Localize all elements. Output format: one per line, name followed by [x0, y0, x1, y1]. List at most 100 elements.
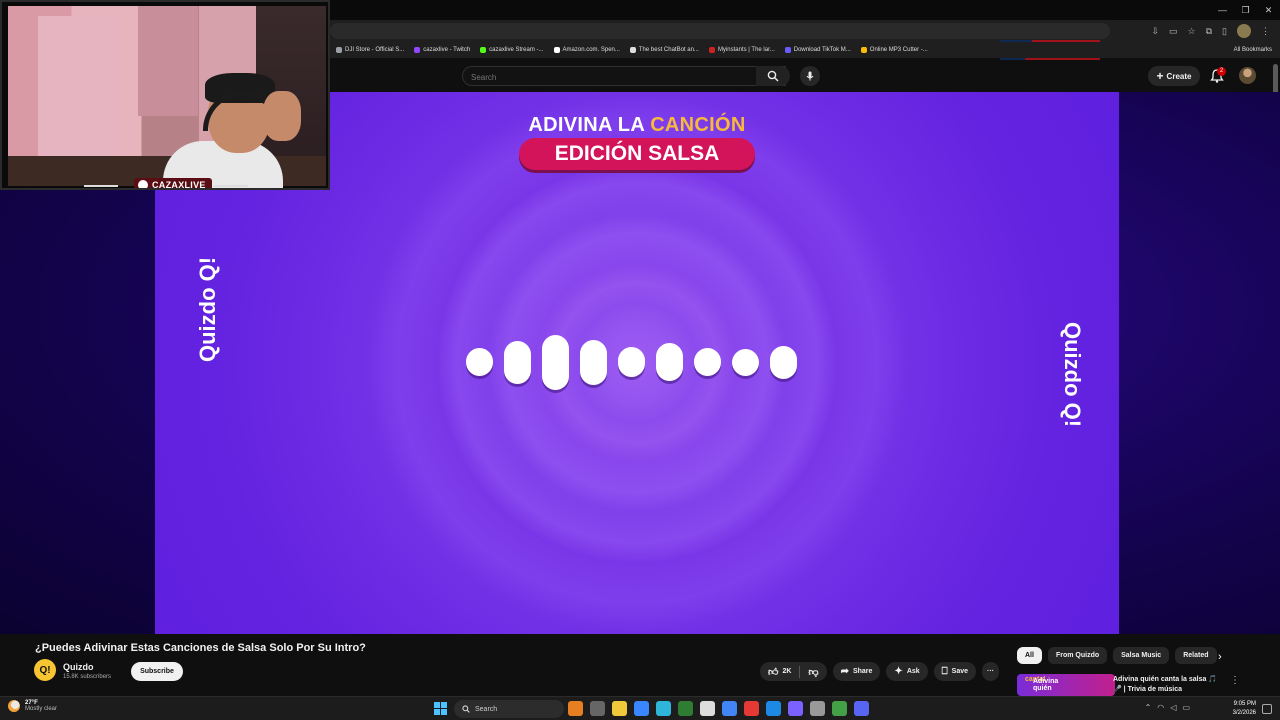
like-dislike-group: 👍︎ 2K 👎︎	[760, 662, 827, 681]
heading-accent: CANCIÓN	[650, 114, 746, 136]
taskbar-app-icon[interactable]	[788, 701, 803, 716]
webcam-overlay: CAZAXLIVE	[0, 0, 330, 190]
weather-widget[interactable]: 27°F Mostly clear	[8, 700, 57, 712]
account-avatar[interactable]	[1239, 67, 1256, 84]
edition-pill: EDICIÓN SALSA	[519, 138, 755, 170]
bookmark-item[interactable]: Download TikTok M...	[784, 47, 851, 53]
search-box	[462, 66, 786, 87]
system-tray: ⌃ ◠ ◁ ▭	[1145, 703, 1190, 712]
create-button[interactable]: + Create	[1148, 66, 1200, 86]
taskbar-app-icon[interactable]	[744, 701, 759, 716]
close-icon[interactable]: ✕	[1257, 2, 1280, 18]
restore-icon[interactable]: ❐	[1234, 2, 1257, 18]
sparkle-icon: ✦	[894, 666, 903, 677]
chevron-up-icon[interactable]: ⌃	[1145, 703, 1152, 712]
taskbar-app-icon[interactable]	[854, 701, 869, 716]
screen: — ❐ ✕ ⇩ ▭ ☆ ⧉ ▯ ⋮ DJI Store - Official S…	[0, 0, 1280, 720]
bookmark-item[interactable]: The best ChatBot an...	[629, 47, 699, 53]
voice-search-button[interactable]	[800, 66, 820, 86]
like-button[interactable]: 👍︎ 2K	[760, 662, 799, 681]
star-icon[interactable]: ☆	[1188, 26, 1196, 37]
related-video-title[interactable]: Adivina quién canta la salsa 🎵🎤 | Trivia…	[1113, 675, 1218, 695]
more-actions-button[interactable]: ···	[982, 662, 1000, 681]
taskbar-app-icon[interactable]	[700, 701, 715, 716]
audio-bar	[580, 339, 607, 385]
wifi-icon[interactable]: ◠	[1157, 703, 1164, 712]
taskbar-app-icon[interactable]	[766, 701, 781, 716]
bookmark-favicon-icon	[553, 47, 560, 53]
channel-avatar[interactable]: Q!	[34, 659, 56, 681]
bookmark-item[interactable]: Amazon.com. Spen...	[553, 47, 620, 53]
save-button[interactable]: ⎕ Save	[933, 662, 977, 681]
sidebar-icon[interactable]: ▯	[1222, 26, 1227, 37]
taskbar-app-icon[interactable]	[634, 701, 649, 716]
cast-icon[interactable]: ▭	[1169, 26, 1178, 37]
taskbar-app-icon[interactable]	[656, 701, 671, 716]
save-label: Save	[951, 668, 969, 675]
address-bar[interactable]	[330, 23, 1110, 39]
taskbar-app-icon[interactable]	[612, 701, 627, 716]
thumbs-down-icon: 👎︎	[808, 666, 819, 678]
taskbar-app-icon[interactable]	[590, 701, 605, 716]
taskbar-app-icon[interactable]	[722, 701, 737, 716]
audio-bar	[732, 348, 759, 376]
filter-chip[interactable]: From Quizdo	[1047, 647, 1108, 664]
windows-start-icon[interactable]	[434, 702, 447, 715]
battery-icon[interactable]: ▭	[1182, 703, 1190, 712]
dislike-button[interactable]: 👎︎	[800, 662, 826, 681]
chevron-right-icon[interactable]: ›	[1218, 651, 1222, 663]
skull-icon	[138, 180, 148, 188]
browser-toolbar: ⇩ ▭ ☆ ⧉ ▯ ⋮	[330, 20, 1280, 42]
bookmark-favicon-icon	[629, 47, 636, 53]
plus-icon: +	[1156, 69, 1164, 83]
ask-button[interactable]: ✦ Ask	[886, 662, 928, 681]
microphone-icon	[806, 71, 814, 81]
related-video-thumbnail[interactable]: Adivina quién canta!	[1017, 674, 1115, 696]
bookmark-item[interactable]: Online MP3 Cutter -...	[860, 47, 928, 53]
filter-chip[interactable]: Salsa Music	[1113, 647, 1170, 664]
ask-label: Ask	[906, 668, 920, 675]
webcam-feed	[8, 6, 326, 188]
clock[interactable]: 9:05 PM 3/2/2026	[1233, 700, 1256, 718]
bookmark-item[interactable]: cazaxlive - Twitch	[414, 47, 470, 53]
more-vert-icon[interactable]: ⋮	[1230, 675, 1240, 686]
search-button[interactable]	[756, 66, 790, 86]
weather-icon	[8, 700, 20, 712]
taskbar-app-icon[interactable]	[678, 701, 693, 716]
bookmark-label: cazaxlive Stream -...	[489, 47, 544, 53]
audio-bar	[694, 348, 721, 376]
quizdo-logo-right: Quizdo Q!	[1059, 322, 1085, 427]
search-input[interactable]	[463, 68, 785, 87]
bookmark-item[interactable]: DJI Store - Official S...	[336, 47, 404, 53]
taskbar-search[interactable]: Search	[454, 700, 564, 718]
filter-chip[interactable]: All	[1017, 647, 1042, 664]
extensions-icon[interactable]: ⧉	[1206, 26, 1212, 37]
notification-center-icon[interactable]	[1262, 704, 1272, 714]
taskbar-app-icon[interactable]	[832, 701, 847, 716]
bookmark-item[interactable]: cazaxlive Stream -...	[480, 47, 544, 53]
audio-bar	[770, 345, 797, 379]
bookmark-favicon-icon	[336, 47, 342, 53]
share-button[interactable]: ➦ Share	[832, 662, 881, 681]
subscribe-button[interactable]: Subscribe	[131, 662, 183, 681]
weather-condition: Mostly clear	[25, 706, 58, 712]
channel-name[interactable]: Quizdo	[63, 662, 94, 672]
volume-icon[interactable]: ◁	[1170, 703, 1176, 712]
related-filter-chips: All From Quizdo Salsa Music Related	[1017, 647, 1217, 664]
search-icon	[462, 705, 470, 713]
thumbnail-text: Adivina quién canta!	[1025, 676, 1058, 692]
audio-bar	[542, 334, 569, 390]
create-label: Create	[1166, 71, 1192, 81]
all-bookmarks-button[interactable]: All Bookmarks	[1234, 42, 1272, 58]
taskbar-app-icon[interactable]	[568, 701, 583, 716]
taskbar-apps	[568, 701, 869, 716]
menu-icon[interactable]: ⋮	[1261, 26, 1270, 37]
taskbar: 27°F Mostly clear Search ⌃ ◠ ◁ ▭ 9:05 PM…	[0, 696, 1280, 720]
install-icon[interactable]: ⇩	[1151, 26, 1159, 37]
bookmark-item[interactable]: Myinstants | The lar...	[708, 47, 775, 53]
minimize-icon[interactable]: —	[1211, 2, 1234, 18]
filter-chip[interactable]: Related	[1175, 647, 1217, 664]
taskbar-app-icon[interactable]	[810, 701, 825, 716]
profile-avatar[interactable]	[1237, 24, 1251, 38]
audio-bar	[466, 348, 493, 376]
